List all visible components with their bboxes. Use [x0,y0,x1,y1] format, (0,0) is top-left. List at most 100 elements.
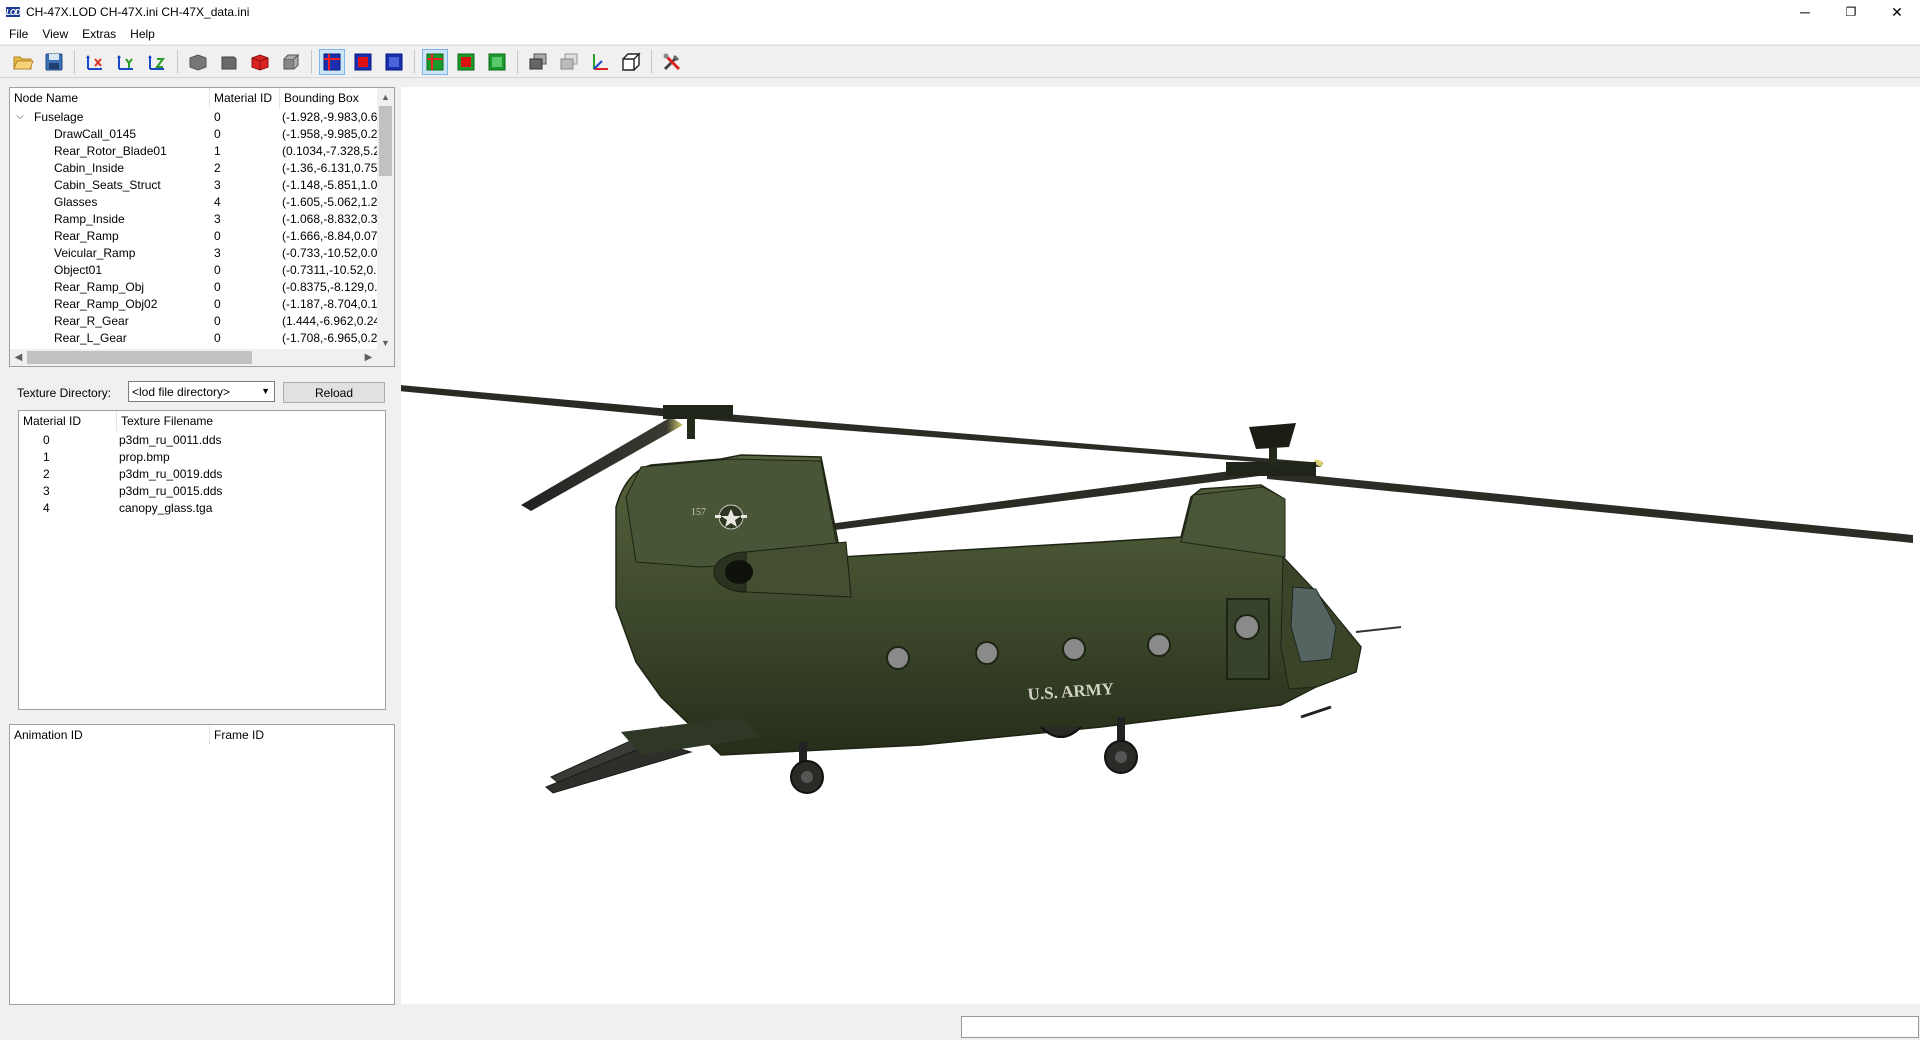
toolbar-separator [651,49,652,74]
tree-row[interactable]: Rear_Ramp_Obj02 0 (-1.187,-8.704,0.10 [10,295,394,312]
header-texture-filename[interactable]: Texture Filename [117,411,385,431]
animation-list-header: Animation ID Frame ID [10,725,394,745]
node-bbox: (-1.928,-9.983,0.61 [282,109,378,124]
node-material: 0 [214,228,221,243]
toolbar-separator [74,49,75,74]
tree-row[interactable]: Cabin_Inside 2 (-1.36,-6.131,0.756 [10,159,394,176]
node-name: Rear_Ramp [54,228,119,243]
node-name: Rear_R_Gear [54,313,129,328]
tree-row[interactable]: Cabin_Seats_Struct 3 (-1.148,-5.851,1.04 [10,176,394,193]
tree-row[interactable]: Glasses 4 (-1.605,-5.062,1.29 [10,193,394,210]
close-button[interactable]: ✕ [1874,0,1920,24]
node-bbox: (-1.958,-9.985,0.27 [282,126,378,141]
toolbar [0,45,1920,78]
node-bbox: (1.444,-6.962,0.242 [282,313,378,328]
node-bbox: (-1.148,-5.851,1.04 [282,177,378,192]
open-button[interactable] [10,49,36,75]
menu-view[interactable]: View [35,24,75,44]
header-bounding-box[interactable]: Bounding Box [280,88,378,108]
texture-material-id: 1 [43,449,50,464]
animation-list-panel[interactable]: Animation ID Frame ID [9,724,395,1005]
scroll-right-icon[interactable]: ▶ [360,349,377,366]
header-animation-id[interactable]: Animation ID [10,725,210,745]
scroll-thumb[interactable] [379,106,392,176]
dropdown-arrow-icon: ▼ [261,386,270,396]
tree-horizontal-scrollbar[interactable]: ◀ ▶ [10,349,394,366]
node-tree-panel[interactable]: Node Name Material ID Bounding Box ⌵ Fuse… [9,87,395,367]
axes-button[interactable] [587,49,613,75]
tree-row[interactable]: Rear_Ramp 0 (-1.666,-8.84,0.072 [10,227,394,244]
tools-button[interactable] [659,49,685,75]
scroll-up-icon[interactable]: ▲ [377,88,394,105]
restore-button[interactable]: ❐ [1828,0,1874,24]
collapse-chevron-icon[interactable]: ⌵ [14,111,26,123]
tree-row-root[interactable]: ⌵ Fuselage 0 (-1.928,-9.983,0.61 [10,108,394,125]
node-material: 3 [214,245,221,260]
model-viewport[interactable]: 157 U.S. ARMY [401,87,1920,1004]
menu-extras[interactable]: Extras [75,24,123,44]
shade-flat-button[interactable] [185,49,211,75]
texture-row[interactable]: 3 p3dm_ru_0015.dds [19,482,385,499]
scroll-thumb[interactable] [27,351,252,364]
header-frame-id[interactable]: Frame ID [210,725,394,745]
tail-number: 157 [691,507,706,518]
header-material-id[interactable]: Material ID [210,88,280,108]
window-title: CH-47X.LOD CH-47X.ini CH-47X_data.ini [26,5,250,19]
bbox-green-2-button[interactable] [453,49,479,75]
layer-stack-icon [529,53,547,69]
window-controls: ─ ❐ ✕ [1782,0,1920,24]
menu-help[interactable]: Help [123,24,162,44]
rotate-y-button[interactable] [113,49,139,75]
bbox-red-2-button[interactable] [350,49,376,75]
tree-row[interactable]: Rear_R_Gear 0 (1.444,-6.962,0.242 [10,312,394,329]
node-material: 2 [214,160,221,175]
tree-row[interactable]: DrawCall_0145 0 (-1.958,-9.985,0.27 [10,125,394,142]
header-node-name[interactable]: Node Name [10,88,210,108]
node-name: Rear_Rotor_Blade01 [54,143,167,158]
bbox-green-1-button[interactable] [422,48,448,75]
bbox-red-1-icon [323,53,341,70]
shade-textured-button[interactable] [247,49,273,75]
bbox-red-3-icon [385,53,403,70]
layer-faded-button[interactable] [556,49,582,75]
node-bbox: (-1.068,-8.832,0.38 [282,211,378,226]
header-material-id[interactable]: Material ID [19,411,117,431]
tree-row[interactable]: Rear_Rotor_Blade01 1 (0.1034,-7.328,5.20 [10,142,394,159]
rotate-x-button[interactable] [82,49,108,75]
node-material: 4 [214,194,221,209]
open-icon [13,56,34,69]
texture-list-panel[interactable]: Material ID Texture Filename 0 p3dm_ru_00… [18,410,386,710]
texture-material-id: 2 [43,466,50,481]
texture-row[interactable]: 0 p3dm_ru_0011.dds [19,431,385,448]
shade-flat-icon [189,53,207,71]
node-bbox: (-0.8375,-8.129,0.5 [282,279,378,294]
texture-row[interactable]: 4 canopy_glass.tga [19,499,385,516]
tree-children: DrawCall_0145 0 (-1.958,-9.985,0.27 Rear_R… [10,125,394,346]
layer-stack-button[interactable] [525,49,551,75]
texture-row[interactable]: 2 p3dm_ru_0019.dds [19,465,385,482]
shade-smooth-button[interactable] [216,49,242,75]
tree-row[interactable]: Rear_Ramp_Obj 0 (-0.8375,-8.129,0.5 [10,278,394,295]
save-button[interactable] [41,49,67,75]
cube-button[interactable] [618,49,644,75]
tree-row[interactable]: Rear_L_Gear 0 (-1.708,-6.965,0.24 [10,329,394,346]
node-material: 0 [214,330,221,345]
texture-directory-label: Texture Directory: [17,386,112,400]
tree-row[interactable]: Ramp_Inside 3 (-1.068,-8.832,0.38 [10,210,394,227]
menu-file[interactable]: File [2,24,35,44]
tree-row[interactable]: Object01 0 (-0.7311,-10.52,0.0 [10,261,394,278]
tree-row[interactable]: Veicular_Ramp 3 (-0.733,-10.52,0.01 [10,244,394,261]
node-material: 0 [214,296,221,311]
bbox-green-3-button[interactable] [484,49,510,75]
texture-row[interactable]: 1 prop.bmp [19,448,385,465]
tree-vertical-scrollbar[interactable]: ▲ ▼ [377,88,394,351]
shade-wire-button[interactable] [278,49,304,75]
rotate-x-icon [86,54,102,70]
texture-directory-select[interactable]: <lod file directory> ▼ [128,381,275,402]
reload-button[interactable]: Reload [283,382,385,403]
rotate-z-button[interactable] [144,49,170,75]
bbox-red-1-button[interactable] [319,48,345,75]
minimize-button[interactable]: ─ [1782,0,1828,24]
bbox-red-3-button[interactable] [381,49,407,75]
scroll-left-icon[interactable]: ◀ [10,349,27,366]
